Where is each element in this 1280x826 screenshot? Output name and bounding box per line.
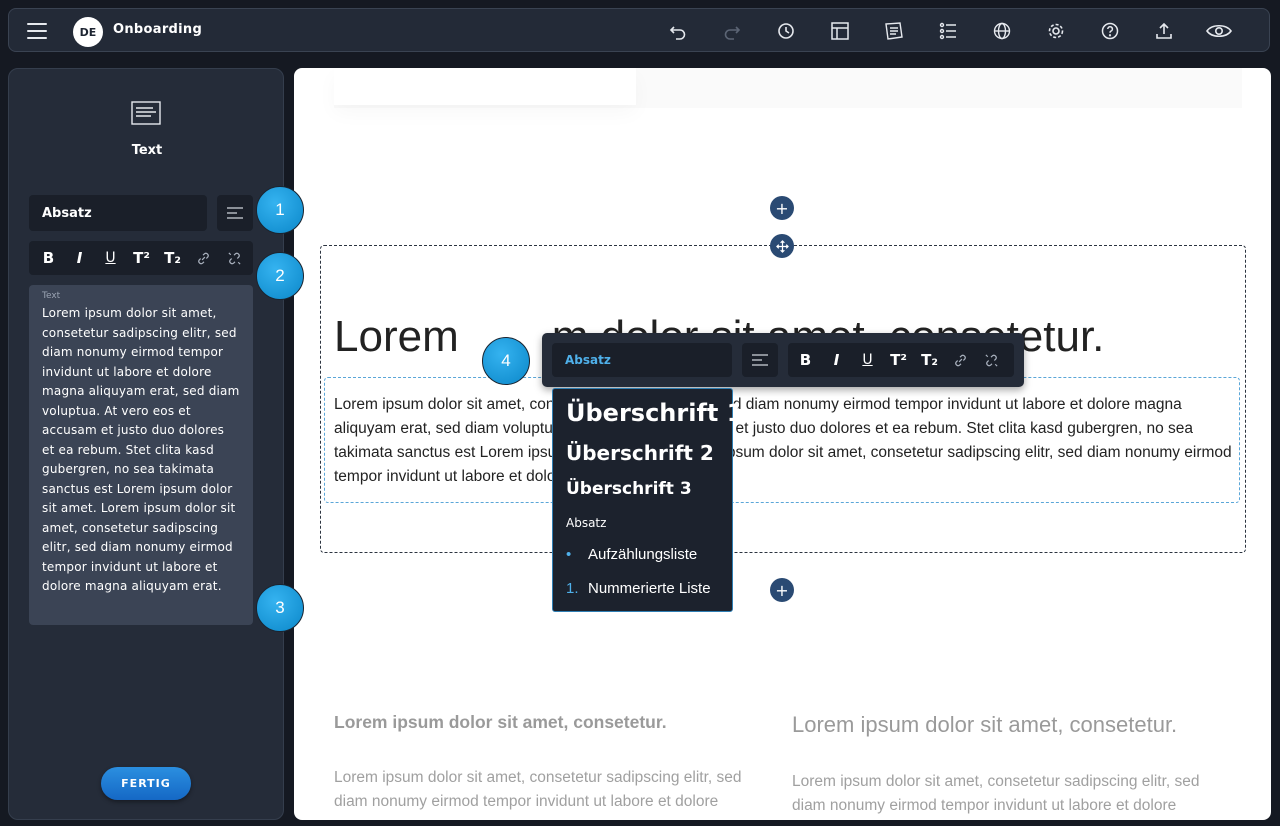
floating-superscript-button[interactable]: T² [883, 343, 914, 377]
gallery-icon[interactable] [883, 20, 905, 42]
text-field-label: Text [42, 291, 61, 301]
dropdown-item-paragraph[interactable]: Absatz [566, 516, 606, 530]
column-2-paragraph[interactable]: Lorem ipsum dolor sit amet, consetetur s… [792, 770, 1232, 818]
dropdown-item-heading-3[interactable]: Überschrift 3 [566, 479, 692, 499]
canvas: + Loremm dolor sit amet, consetetur. Lor… [294, 68, 1271, 820]
align-left-icon [752, 354, 768, 366]
align-left-icon [227, 207, 243, 219]
text-block-icon [131, 101, 161, 125]
page-title: Onboarding [113, 22, 203, 37]
floating-bold-button[interactable]: B [790, 343, 821, 377]
add-block-button-top[interactable]: + [770, 196, 794, 220]
dropdown-item-bullet-list[interactable]: • Aufzählungsliste [566, 546, 697, 563]
bold-button[interactable]: B [33, 241, 64, 275]
align-left-button[interactable] [217, 195, 253, 231]
dropdown-item-heading-1[interactable]: Überschrift 1 [566, 399, 743, 427]
style-select[interactable]: Absatz [29, 195, 207, 231]
unlink-icon [985, 353, 998, 367]
italic-button[interactable]: I [64, 241, 95, 275]
dropdown-item-numbered-list[interactable]: 1. Nummerierte Liste [566, 580, 711, 597]
floating-unlink-button[interactable] [976, 343, 1007, 377]
done-button[interactable]: FERTIG [101, 767, 191, 800]
move-icon [775, 239, 789, 253]
column-1-paragraph[interactable]: Lorem ipsum dolor sit amet, consetetur s… [334, 766, 774, 814]
sidebar: Text Absatz B I U T² T₂ Text Lorem ipsum… [8, 68, 284, 820]
avatar[interactable]: DE [73, 17, 103, 47]
globe-icon[interactable] [991, 20, 1013, 42]
floating-toolbar: Absatz B I U T² T₂ [542, 333, 1024, 387]
floating-align-button[interactable] [742, 343, 778, 377]
floating-style-select[interactable]: Absatz [552, 343, 732, 377]
floating-format-toolbar: B I U T² T₂ [788, 343, 1014, 377]
subscript-button[interactable]: T₂ [157, 241, 188, 275]
hamburger-icon[interactable] [27, 23, 47, 39]
upload-icon[interactable] [1153, 20, 1175, 42]
previous-block-card [334, 68, 636, 105]
callout-badge-1: 1 [256, 186, 304, 234]
bullet-marker: • [566, 546, 572, 563]
floating-underline-button[interactable]: U [852, 343, 883, 377]
link-icon [198, 252, 209, 264]
floating-subscript-button[interactable]: T₂ [914, 343, 945, 377]
numbered-marker: 1. [566, 580, 579, 597]
callout-badge-2: 2 [256, 252, 304, 300]
redo-icon[interactable] [721, 20, 743, 42]
unlink-icon [228, 251, 241, 265]
list-icon[interactable] [937, 20, 959, 42]
add-block-button-bottom[interactable]: + [770, 578, 794, 602]
dropdown-item-heading-2[interactable]: Überschrift 2 [566, 441, 714, 465]
link-icon [955, 354, 966, 366]
layout-icon[interactable] [829, 20, 851, 42]
callout-badge-4: 4 [482, 337, 530, 385]
floating-link-button[interactable] [945, 343, 976, 377]
block-paragraph[interactable]: Lorem ipsum dolor sit amet, consetetur s… [334, 393, 1234, 489]
floating-italic-button[interactable]: I [821, 343, 852, 377]
superscript-button[interactable]: T² [126, 241, 157, 275]
eye-icon[interactable] [1205, 20, 1233, 42]
style-dropdown: Überschrift 1 Überschrift 2 Überschrift … [552, 388, 743, 612]
text-field-content[interactable]: Lorem ipsum dolor sit amet, consetetur s… [42, 304, 240, 597]
help-icon[interactable] [1099, 20, 1121, 42]
move-block-button[interactable] [770, 234, 794, 258]
top-bar: DE Onboarding [8, 8, 1270, 52]
unlink-button[interactable] [219, 241, 250, 275]
callout-badge-3: 3 [256, 584, 304, 632]
undo-icon[interactable] [667, 20, 689, 42]
block-title: Text [131, 143, 163, 158]
text-editor[interactable]: Text Lorem ipsum dolor sit amet, consete… [29, 285, 253, 625]
gear-icon[interactable] [1045, 20, 1067, 42]
heading-text-left: Lorem [334, 312, 459, 361]
column-2-heading[interactable]: Lorem ipsum dolor sit amet, consetetur. [792, 712, 1177, 738]
history-icon[interactable] [775, 20, 797, 42]
link-button[interactable] [188, 241, 219, 275]
underline-button[interactable]: U [95, 241, 126, 275]
format-toolbar: B I U T² T₂ [29, 241, 253, 275]
column-1-heading[interactable]: Lorem ipsum dolor sit amet, consetetur. [334, 712, 667, 733]
